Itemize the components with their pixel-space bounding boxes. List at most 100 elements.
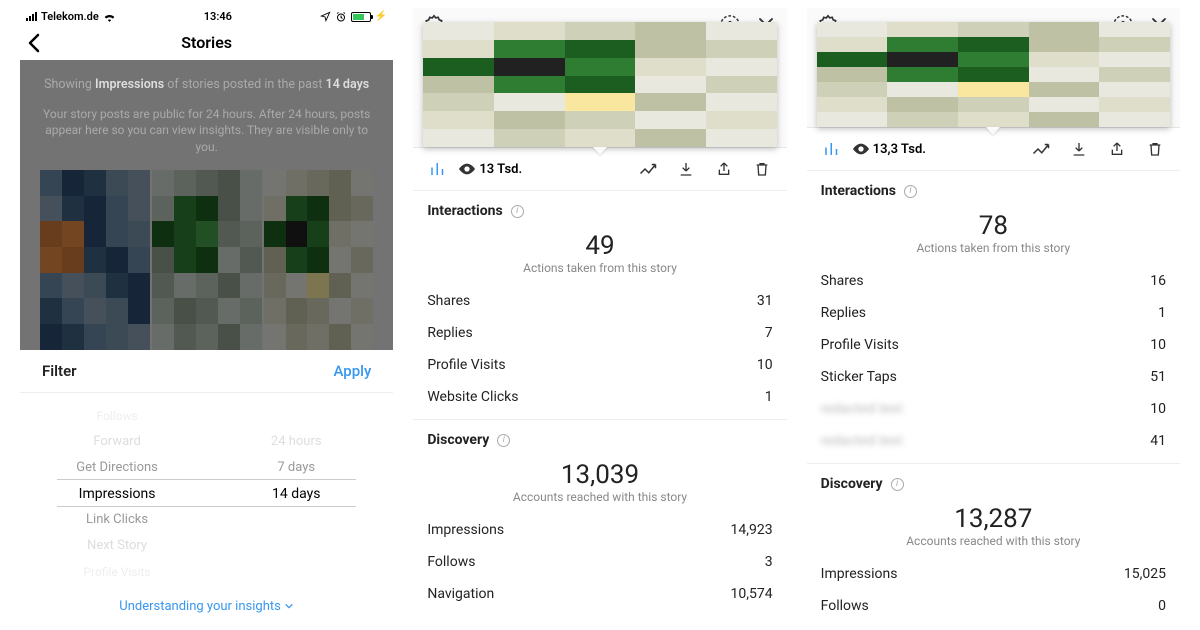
interactions-rows: Shares 31 Replies 7 Profile Visits 10 Website … [413, 285, 786, 413]
info-icon[interactable]: i [904, 185, 917, 198]
discovery-total: 13,287 [807, 504, 1180, 534]
alarm-icon [335, 11, 347, 23]
share-icon [716, 160, 732, 178]
stories-filter-panel: Telekom.de 13:46 ⚡ Stories Showing Impre… [20, 8, 393, 622]
story-thumbnails [40, 170, 373, 350]
stat-row-redacted: redacted text41 [807, 425, 1180, 457]
stat-label: Shares [427, 293, 470, 309]
filter-overlay: Showing Impressions of stories posted in… [20, 60, 393, 350]
page-title: Stories [181, 33, 232, 52]
signal-icon [26, 12, 37, 21]
insights-header [807, 8, 1180, 128]
chevron-down-icon [284, 601, 294, 611]
stat-label: Navigation [427, 586, 494, 602]
stat-label: redacted text [821, 401, 903, 417]
info-icon[interactable]: i [497, 434, 510, 447]
battery-icon [351, 12, 371, 22]
eye-icon [459, 163, 475, 175]
stat-row: Follows3 [413, 546, 786, 578]
share-icon [1109, 140, 1125, 158]
filter-header: Filter Apply [20, 350, 393, 393]
stat-label: Replies [427, 325, 472, 341]
share-to-story-button[interactable] [637, 158, 659, 180]
share-button[interactable] [1106, 138, 1128, 160]
discovery-caption: Accounts reached with this story [413, 490, 786, 504]
stat-row: Navigation10,574 [413, 578, 786, 610]
insights-tab[interactable] [427, 158, 449, 180]
stat-label: Impressions [821, 566, 898, 582]
stat-value: 10 [757, 357, 773, 373]
delete-button[interactable] [1144, 138, 1166, 160]
stat-value: 0 [1158, 598, 1166, 614]
view-count[interactable]: 13 Tsd. [459, 162, 522, 177]
wifi-icon [103, 12, 116, 22]
share-to-story-button[interactable] [1030, 138, 1052, 160]
delete-button[interactable] [751, 158, 773, 180]
stat-row-redacted: redacted text10 [807, 393, 1180, 425]
bar-chart-icon [823, 140, 841, 158]
stat-value: 16 [1150, 273, 1166, 289]
back-button[interactable] [28, 33, 40, 53]
stat-value: 31 [757, 293, 773, 309]
nav-header: Stories [20, 25, 393, 60]
story-preview[interactable] [423, 22, 776, 147]
eye-icon [853, 143, 869, 155]
discovery-heading: Discovery i [807, 464, 1180, 498]
stat-value: 3 [765, 554, 773, 570]
interactions-total: 49 [413, 231, 786, 261]
stat-label: Impressions [427, 522, 504, 538]
stat-label: Profile Visits [427, 357, 505, 373]
discovery-rows: Impressions14,923Follows3Navigation10,57… [413, 514, 786, 610]
info-icon[interactable]: i [891, 478, 904, 491]
download-button[interactable] [1068, 138, 1090, 160]
stat-row: Replies1 [807, 297, 1180, 329]
status-bar: Telekom.de 13:46 ⚡ [20, 8, 393, 25]
carrier-label: Telekom.de [41, 10, 99, 23]
stat-label: Profile Visits [821, 337, 899, 353]
stat-row: Impressions14,923 [413, 514, 786, 546]
interactions-blurred-rows: redacted text10redacted text41 [807, 393, 1180, 457]
banner-detail: Your story posts are public for 24 hours… [40, 106, 373, 156]
story-thumb[interactable] [152, 170, 262, 350]
story-thumb[interactable] [40, 170, 150, 350]
trend-icon [1032, 142, 1050, 156]
discovery-heading: Discovery i [413, 420, 786, 454]
location-icon [320, 11, 331, 22]
view-count[interactable]: 13,3 Tsd. [853, 142, 926, 157]
interactions-heading: Interactions i [807, 171, 1180, 205]
stat-row: Website Clicks1 [413, 381, 786, 413]
interactions-rows: Shares16Replies1Profile Visits10Sticker … [807, 265, 1180, 393]
stat-label: Shares [821, 273, 864, 289]
story-preview[interactable] [817, 22, 1170, 127]
stat-row: Sticker Taps51 [807, 361, 1180, 393]
filter-label: Filter [42, 362, 77, 380]
apply-button[interactable]: Apply [333, 362, 371, 380]
filter-picker[interactable]: Follows Forward Get Directions Impressio… [20, 393, 393, 585]
insights-header [413, 8, 786, 148]
info-icon[interactable]: i [511, 205, 524, 218]
stat-row: Shares 16 [807, 265, 1180, 297]
trend-icon [639, 162, 657, 176]
stat-value: 15,025 [1124, 566, 1166, 582]
stat-value: 1 [1158, 305, 1166, 321]
stat-label: Sticker Taps [821, 369, 897, 385]
download-icon [1071, 140, 1087, 158]
stat-value: 7 [765, 325, 773, 341]
stat-row: Shares 31 [413, 285, 786, 317]
stat-row: Profile Visits10 [807, 329, 1180, 361]
download-icon [678, 160, 694, 178]
interactions-caption: Actions taken from this story [413, 261, 786, 275]
interactions-total: 78 [807, 211, 1180, 241]
story-thumb[interactable] [264, 170, 374, 350]
interactions-caption: Actions taken from this story [807, 241, 1180, 255]
insights-panel-a: 13 Tsd. Interactions i 49 Actions taken … [413, 8, 786, 622]
download-button[interactable] [675, 158, 697, 180]
stat-label: Website Clicks [427, 389, 518, 405]
understanding-insights-link[interactable]: Understanding your insights [20, 585, 393, 622]
stat-row: Impressions 15,025 [807, 558, 1180, 590]
charging-icon: ⚡ [375, 11, 387, 22]
stat-row: Replies 7 [413, 317, 786, 349]
discovery-total: 13,039 [413, 460, 786, 490]
share-button[interactable] [713, 158, 735, 180]
insights-tab[interactable] [821, 138, 843, 160]
